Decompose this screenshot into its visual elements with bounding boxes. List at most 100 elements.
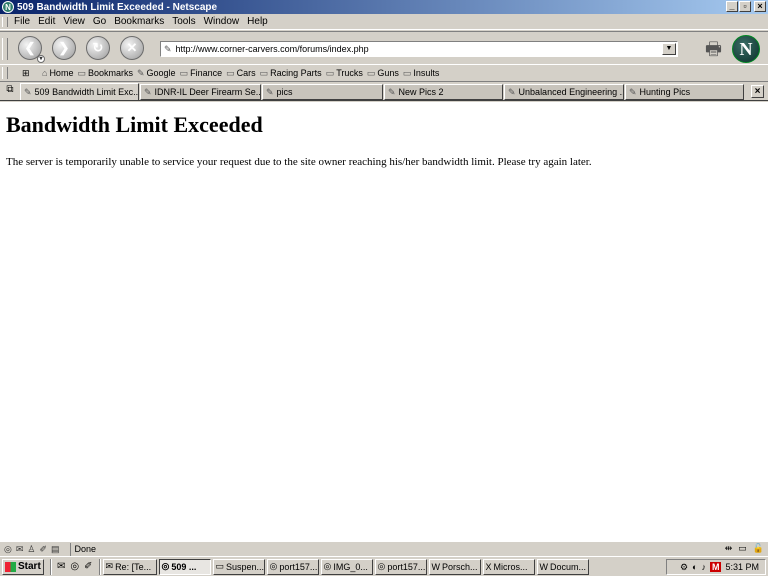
folder-trucks[interactable]: ▭ Trucks [326, 68, 363, 79]
navigation-toolbar: ❮ ▾ ❯ ↻ ✕ ✎ ▼ 🖶 N [0, 31, 768, 65]
status-bar: ◎ ✉ ♙ ✐ ▤ Done ⇹ ▭ 🔓 [0, 541, 768, 556]
back-button[interactable]: ❮ ▾ [18, 36, 45, 63]
page-proxy-icon[interactable]: ✎ [164, 44, 172, 55]
folder-insults[interactable]: ▭ Insults [403, 68, 440, 79]
tray-mcafee-icon[interactable]: M [709, 562, 722, 572]
tab-unbalanced-engineering[interactable]: ✎ Unbalanced Engineering ... [504, 84, 624, 100]
task-porsche-doc[interactable]: W Porsch... [428, 558, 481, 575]
menu-view[interactable]: View [59, 16, 89, 27]
forward-button[interactable]: ❯ [52, 36, 76, 60]
maximize-button[interactable]: ▫ [739, 1, 751, 12]
folder-icon: ▭ [77, 67, 86, 78]
page-heading: Bandwidth Limit Exceeded [6, 112, 263, 137]
back-arrow-icon: ❮ [24, 40, 36, 55]
windows-taskbar: Start ✉ ◎ ✐ ✉ Re: [Te... ◎ 509 ... ▭ Suspen… [0, 556, 768, 576]
menu-file[interactable]: File [10, 16, 34, 27]
forward-arrow-icon: ❯ [58, 40, 70, 55]
personal-toolbar: ⊞ ⌂ Home ▭ Bookmarks ✎ Google ▭ Finance ▭ Car… [0, 65, 768, 82]
quicklaunch-mail-icon[interactable]: ✉ [57, 561, 65, 572]
task-img[interactable]: ◎ IMG_0... [320, 558, 373, 575]
bookmarks-folder[interactable]: ▭ Bookmarks [77, 68, 133, 79]
bookmark-google[interactable]: ✎ Google [137, 68, 176, 79]
online-status-icon[interactable]: ⇹ [725, 543, 733, 554]
window-titlebar: N 509 Bandwidth Limit Exceeded - Netscap… [0, 0, 768, 14]
menu-go[interactable]: Go [89, 16, 110, 27]
tab-new-pics-2[interactable]: ✎ New Pics 2 [384, 84, 503, 100]
excel-icon: X [485, 561, 492, 572]
folder-icon: ▭ [366, 67, 376, 78]
tab-hunting-pics[interactable]: ✎ Hunting Pics [625, 84, 744, 100]
reload-icon: ↻ [92, 40, 104, 55]
navbar-grip[interactable] [2, 38, 8, 60]
quicklaunch-composer-icon[interactable]: ✐ [84, 561, 92, 572]
mail-icon[interactable]: ✉ [16, 544, 24, 555]
folder-cars[interactable]: ▭ Cars [226, 68, 256, 79]
menubar-grip[interactable] [2, 17, 8, 27]
system-tray: ⚙ ◐ ♪ M 5:31 PM [666, 559, 766, 575]
page-content: Bandwidth Limit Exceeded The server is t… [0, 102, 768, 541]
new-tab-icon[interactable]: ⧉ [2, 84, 18, 99]
back-history-dropdown-icon[interactable]: ▾ [37, 55, 45, 63]
address-book-icon[interactable]: ▤ [51, 544, 60, 555]
url-input[interactable] [175, 44, 662, 54]
menu-bookmarks[interactable]: Bookmarks [110, 16, 168, 27]
task-microsoft-excel[interactable]: X Micros... [482, 558, 535, 575]
menu-edit[interactable]: Edit [34, 16, 59, 27]
word-icon: W [431, 561, 441, 572]
task-suspension-folder[interactable]: ▭ Suspen... [212, 558, 265, 575]
page-icon: ✎ [388, 86, 396, 97]
close-window-button[interactable]: × [754, 1, 766, 12]
netscape-icon: ◎ [377, 561, 386, 571]
quicklaunch-netscape-icon[interactable]: ◎ [70, 561, 79, 572]
page-icon: ✎ [24, 86, 32, 97]
security-lock-icon[interactable]: 🔓 [753, 543, 764, 554]
home-icon: ⌂ [42, 68, 48, 78]
navigator-icon[interactable]: ◎ [4, 544, 12, 555]
reload-button[interactable]: ↻ [86, 36, 110, 60]
folder-icon: ▭ [325, 67, 335, 78]
task-mail-reply[interactable]: ✉ Re: [Te... [102, 558, 157, 575]
windows-flag-icon [5, 561, 16, 572]
menu-tools[interactable]: Tools [168, 16, 199, 27]
menu-window[interactable]: Window [200, 16, 244, 27]
composer-icon[interactable]: ✐ [39, 544, 47, 555]
bookmark-icon: ✎ [136, 67, 145, 78]
netscape-icon: ◎ [269, 561, 278, 571]
tab-idnr-deer[interactable]: ✎ IDNR-IL Deer Firearm Se... [140, 84, 261, 100]
tabs-menu-icon[interactable]: ⊞ [22, 68, 30, 79]
tray-clock[interactable]: 5:31 PM [725, 562, 759, 572]
tab-pics[interactable]: ✎ pics [262, 84, 383, 100]
netscape-throbber-icon[interactable]: N [732, 35, 760, 63]
home-button[interactable]: ⌂ Home [42, 68, 73, 78]
stop-button[interactable]: ✕ [120, 36, 144, 60]
url-history-dropdown[interactable]: ▼ [662, 43, 676, 55]
close-tab-button[interactable]: × [751, 85, 764, 98]
tray-network-icon[interactable]: ◐ [692, 562, 697, 572]
minimize-button[interactable]: _ [726, 1, 738, 12]
page-icon: ✎ [629, 86, 637, 97]
window-title: 509 Bandwidth Limit Exceeded - Netscape [17, 1, 218, 13]
tab-bandwidth-limit[interactable]: ✎ 509 Bandwidth Limit Exc... [20, 83, 139, 100]
netscape-icon: N [2, 1, 14, 13]
url-bar[interactable]: ✎ ▼ [160, 41, 678, 57]
tray-volume-icon[interactable]: ♪ [701, 562, 706, 572]
popup-blocked-icon: ▭ [738, 543, 747, 553]
page-message: The server is temporarily unable to serv… [6, 156, 592, 168]
task-netscape-509[interactable]: ◎ 509 ... [158, 558, 211, 575]
task-port157-a[interactable]: ◎ port157... [266, 558, 319, 575]
print-icon[interactable]: 🖶 [705, 37, 722, 67]
folder-finance[interactable]: ▭ Finance [180, 68, 223, 79]
netscape-icon: ◎ [161, 561, 170, 571]
page-icon: ✎ [144, 86, 152, 97]
task-document[interactable]: W Docum... [536, 558, 589, 575]
folder-guns[interactable]: ▭ Guns [367, 68, 399, 79]
word-icon: W [539, 561, 549, 572]
netscape-icon: ◎ [323, 561, 332, 571]
start-button[interactable]: Start [2, 558, 44, 575]
task-port157-b[interactable]: ◎ port157... [374, 558, 427, 575]
tray-app-icon[interactable]: ⚙ [680, 562, 688, 573]
folder-racing-parts[interactable]: ▭ Racing Parts [260, 68, 322, 79]
menu-help[interactable]: Help [243, 16, 272, 27]
instant-messenger-icon[interactable]: ♙ [27, 544, 35, 555]
persbar-grip[interactable] [2, 67, 8, 79]
